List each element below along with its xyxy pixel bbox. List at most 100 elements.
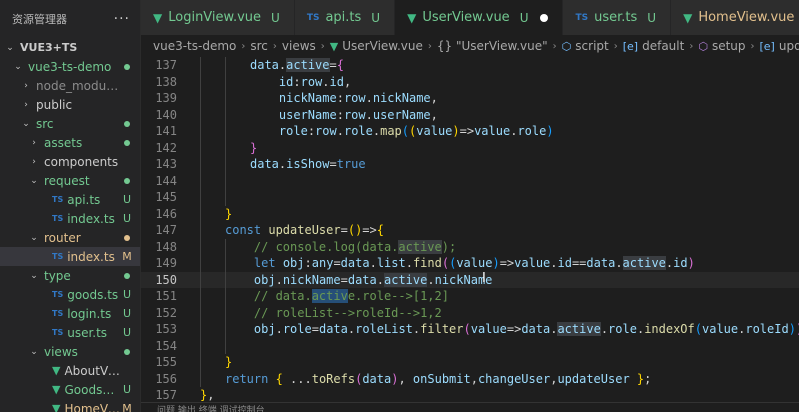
code-line[interactable]: 145: [141, 189, 799, 206]
tree-item[interactable]: ▼HomeView....M: [0, 399, 140, 412]
chevron-right-icon[interactable]: ›: [20, 100, 32, 110]
line-number: 154: [155, 338, 177, 353]
code-text: userName:row.userName,: [278, 107, 438, 122]
editor-tab[interactable]: ▼ LoginView.vue U: [141, 0, 295, 35]
vscode-window: 资源管理器 ··· ⌄ VUE3+TS ⌄ vue3-ts-demo › node_mod…: [0, 0, 799, 412]
tree-item[interactable]: ⌄ request: [0, 171, 140, 190]
line-number: 137: [155, 58, 177, 72]
editor-tab-bar: ▼ LoginView.vue U TS api.ts U ▼ UserView.vue U TS…: [141, 0, 799, 35]
tree-item-label: user.ts: [67, 325, 108, 340]
tree-item[interactable]: › components: [0, 152, 140, 171]
tree-item[interactable]: TS goods.ts U: [0, 285, 140, 304]
indent-guide: [200, 304, 201, 321]
line-number: 144: [155, 173, 177, 188]
breadcrumb-src[interactable]: src: [250, 39, 268, 53]
tree-item[interactable]: ⌄ views: [0, 342, 140, 361]
breadcrumb-default[interactable]: default: [642, 39, 684, 53]
code-line[interactable]: 147 const updateUser=()=>{: [141, 222, 799, 239]
code-text: role:row.role.map((value)=>value.role): [278, 124, 554, 138]
editor-tab[interactable]: ▼ UserView.vue U: [395, 0, 564, 35]
tree-item-label: AboutView.vue: [64, 363, 120, 378]
code-line[interactable]: 156 return { ...toRefs(data), onSubmit,ch…: [141, 370, 799, 387]
unsaved-dot-icon[interactable]: [540, 13, 549, 22]
chevron-down-icon[interactable]: ⌄: [28, 271, 40, 281]
chevron-right-icon[interactable]: ›: [20, 81, 32, 91]
bottom-panel-tabs[interactable]: 问题 输出 终端 调试控制台: [141, 402, 799, 412]
tree-item-label: index.ts: [67, 249, 115, 264]
code-line[interactable]: 144: [141, 172, 799, 189]
code-line[interactable]: 154: [141, 337, 799, 354]
code-editor[interactable]: 137 data.active={138 id:row.id, 139 nickNa…: [141, 57, 799, 412]
tree-item-label: goods.ts: [67, 287, 119, 302]
tab-git-status: U: [271, 10, 280, 25]
breadcrumb-script[interactable]: script: [575, 39, 608, 53]
tree-item[interactable]: ▼AboutView.vue: [0, 361, 140, 380]
indent-guide: [200, 73, 201, 90]
editor-tab[interactable]: TS api.ts U: [294, 0, 396, 35]
tree-item[interactable]: ⌄ VUE3+TS: [0, 38, 140, 57]
object-icon: [e]: [622, 39, 639, 53]
typescript-file-icon: TS: [52, 214, 64, 223]
tree-item[interactable]: ⌄ router: [0, 228, 140, 247]
code-line[interactable]: 146}: [141, 205, 799, 222]
chevron-down-icon[interactable]: ⌄: [4, 43, 16, 53]
tab-git-status: U: [519, 10, 529, 25]
tree-item[interactable]: ▼GoodsView....U: [0, 380, 140, 399]
code-line[interactable]: 148 // console.log(data.active);: [141, 238, 799, 255]
code-line[interactable]: 155}: [141, 354, 799, 371]
breadcrumb-module[interactable]: {} "UserView.vue": [437, 39, 548, 53]
breadcrumb-updateuser[interactable]: updateUser: [779, 39, 799, 53]
typescript-file-icon: TS: [52, 309, 64, 318]
line-number: 140: [155, 107, 177, 122]
code-text: let obj:any=data.list.find((value)=>valu…: [253, 256, 695, 270]
line-number: 151: [155, 289, 177, 303]
code-line[interactable]: 138 id:row.id,: [141, 73, 799, 90]
chevron-right-icon[interactable]: ›: [28, 138, 40, 148]
tree-item[interactable]: › public: [0, 95, 140, 114]
tree-item[interactable]: TS index.ts M: [0, 247, 140, 266]
chevron-right-icon: ›: [272, 40, 277, 52]
chevron-down-icon[interactable]: ⌄: [20, 119, 32, 129]
tree-item-label: components: [44, 154, 119, 169]
tree-item[interactable]: TS user.ts U: [0, 323, 140, 342]
code-text: data.isShow=true: [250, 157, 366, 171]
code-line[interactable]: 150 obj.nickName=data.active.nickName: [141, 271, 799, 288]
code-line[interactable]: 137 data.active={: [141, 57, 799, 74]
tree-item[interactable]: › node_modules: [0, 76, 140, 95]
code-line[interactable]: 149 let obj:any=data.list.find((value)=>…: [141, 255, 799, 272]
tree-item[interactable]: TS index.ts U: [0, 209, 140, 228]
code-line[interactable]: 152 // roleList-->roleId-->1,2: [141, 304, 799, 321]
chevron-right-icon: ›: [552, 40, 557, 52]
tree-item[interactable]: ⌄ src: [0, 114, 140, 133]
line-number: 145: [155, 190, 177, 204]
code-line[interactable]: 139 nickName:row.nickName,: [141, 90, 799, 107]
code-line[interactable]: 141 role:row.role.map((value)=>value.rol…: [141, 123, 799, 140]
code-line[interactable]: 153 obj.role=data.roleList.filter(value=…: [141, 321, 799, 338]
tree-item[interactable]: TS login.ts U: [0, 304, 140, 323]
code-text: // console.log(data.active);: [253, 239, 457, 254]
code-line[interactable]: 142}: [141, 139, 799, 156]
code-text: obj.role=data.roleList.filter(value=>dat…: [253, 322, 799, 336]
chevron-right-icon[interactable]: ›: [28, 157, 40, 167]
tree-item[interactable]: ⌄ type: [0, 266, 140, 285]
code-line[interactable]: 143 data.isShow=true: [141, 156, 799, 173]
breadcrumb-views[interactable]: views: [282, 39, 316, 53]
indent-guide: [225, 321, 226, 338]
tree-item[interactable]: › assets: [0, 133, 140, 152]
breadcrumb-file[interactable]: UserView.vue: [342, 39, 423, 53]
chevron-down-icon[interactable]: ⌄: [28, 347, 40, 357]
tree-item[interactable]: ⌄ vue3-ts-demo: [0, 57, 140, 76]
tree-item-label: views: [44, 344, 78, 359]
chevron-down-icon[interactable]: ⌄: [12, 62, 24, 72]
editor-tab[interactable]: TS user.ts U: [563, 0, 672, 35]
more-actions-icon[interactable]: ···: [114, 11, 130, 27]
chevron-down-icon[interactable]: ⌄: [28, 233, 40, 243]
editor-tab[interactable]: ▼HomeView.vueM: [671, 0, 799, 35]
chevron-down-icon[interactable]: ⌄: [28, 176, 40, 186]
tab-label: api.ts: [325, 10, 362, 25]
tree-item[interactable]: TS api.ts U: [0, 190, 140, 209]
breadcrumb-project[interactable]: vue3-ts-demo: [153, 39, 236, 53]
breadcrumb-setup[interactable]: setup: [712, 39, 746, 53]
code-line[interactable]: 140 userName:row.userName,: [141, 106, 799, 123]
code-line[interactable]: 151 // data.active.role-->[1,2]: [141, 288, 799, 305]
